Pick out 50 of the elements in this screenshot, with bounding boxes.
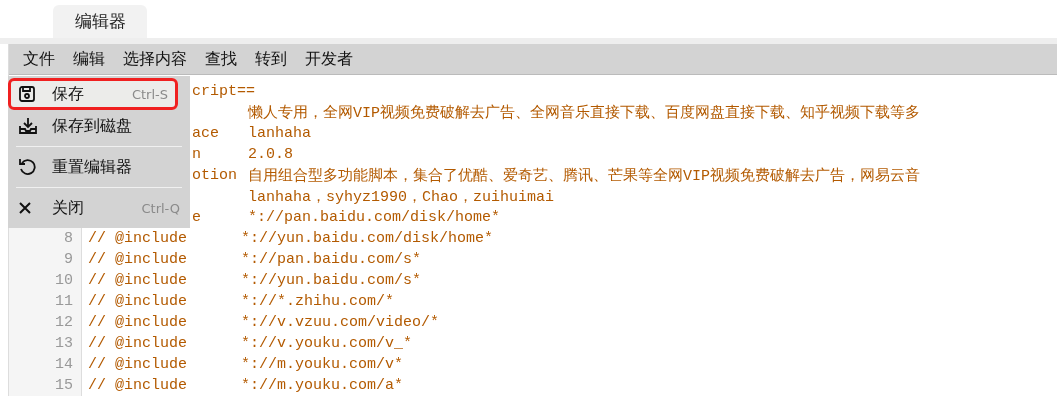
save-icon — [18, 85, 36, 103]
code-text: // @include — [88, 293, 188, 310]
code-text: *://v.youku.com/v_* — [241, 335, 413, 352]
code-text: *://m.youku.com/a* — [241, 377, 404, 394]
code-text: *://v.vzuu.com/video/* — [241, 314, 440, 331]
code-text: // @include — [88, 272, 188, 289]
code-text: // @include — [88, 230, 188, 247]
menu-entry[interactable]: 关闭 Ctrl-Q — [8, 192, 190, 224]
code-text: // @include — [88, 356, 188, 373]
code-text: e — [192, 209, 201, 226]
code-text: lanhaha，syhyz1990，Chao，zuihuimai — [248, 189, 555, 206]
code-text: n — [192, 146, 201, 163]
line-number: 10 — [55, 272, 73, 289]
download-tray-icon — [18, 117, 38, 135]
menu-item[interactable]: 编辑 — [73, 48, 105, 70]
code-text: // @include — [88, 335, 188, 352]
line-number: 9 — [64, 251, 73, 268]
code-text: *://*.zhihu.com/* — [241, 293, 395, 310]
code-text: *://pan.baidu.com/s* — [241, 251, 422, 268]
undo-icon — [18, 158, 36, 176]
menu-item[interactable]: 文件 — [23, 48, 55, 70]
menu-item[interactable]: 转到 — [255, 48, 287, 70]
menu-entry[interactable]: 重置编辑器 — [8, 151, 190, 183]
menu-entry[interactable]: 保存到磁盘 — [8, 110, 190, 142]
code-text: 懒人专用，全网VIP视频免费破解去广告、全网音乐直接下载、百度网盘直接下载、知乎视频下载等多 — [248, 105, 920, 122]
line-number: 14 — [55, 356, 73, 373]
code-text: *://yun.baidu.com/disk/home* — [241, 230, 494, 247]
menu-item[interactable]: 开发者 — [305, 48, 353, 70]
close-icon — [18, 201, 32, 215]
code-text: cript== — [192, 83, 255, 100]
line-number: 12 — [55, 314, 73, 331]
code-text: 2.0.8 — [248, 146, 293, 163]
menu-entry[interactable]: 保存 Ctrl-S — [8, 78, 178, 110]
editor-tab[interactable]: 编辑器 — [53, 5, 147, 38]
code-text: *://yun.baidu.com/s* — [241, 272, 422, 289]
code-text: 自用组合型多功能脚本，集合了优酷、爱奇艺、腾讯、芒果等全网VIP视频免费破解去广告，网易云音 — [248, 168, 920, 185]
code-text: // @include — [88, 314, 188, 331]
code-text: lanhaha — [248, 125, 311, 142]
code-text: // @include — [88, 251, 188, 268]
code-text: *://pan.baidu.com/disk/home* — [248, 209, 501, 226]
code-text: *://m.youku.com/v* — [241, 356, 404, 373]
line-number: 15 — [55, 377, 73, 394]
menu-item[interactable]: 选择内容 — [123, 48, 187, 70]
line-number: 8 — [64, 230, 73, 247]
code-text: ace — [192, 125, 219, 142]
code-text: // @include — [88, 377, 188, 394]
line-number: 11 — [55, 293, 73, 310]
menu-item[interactable]: 查找 — [205, 48, 237, 70]
code-text: otion — [192, 167, 237, 184]
line-number: 13 — [55, 335, 73, 352]
